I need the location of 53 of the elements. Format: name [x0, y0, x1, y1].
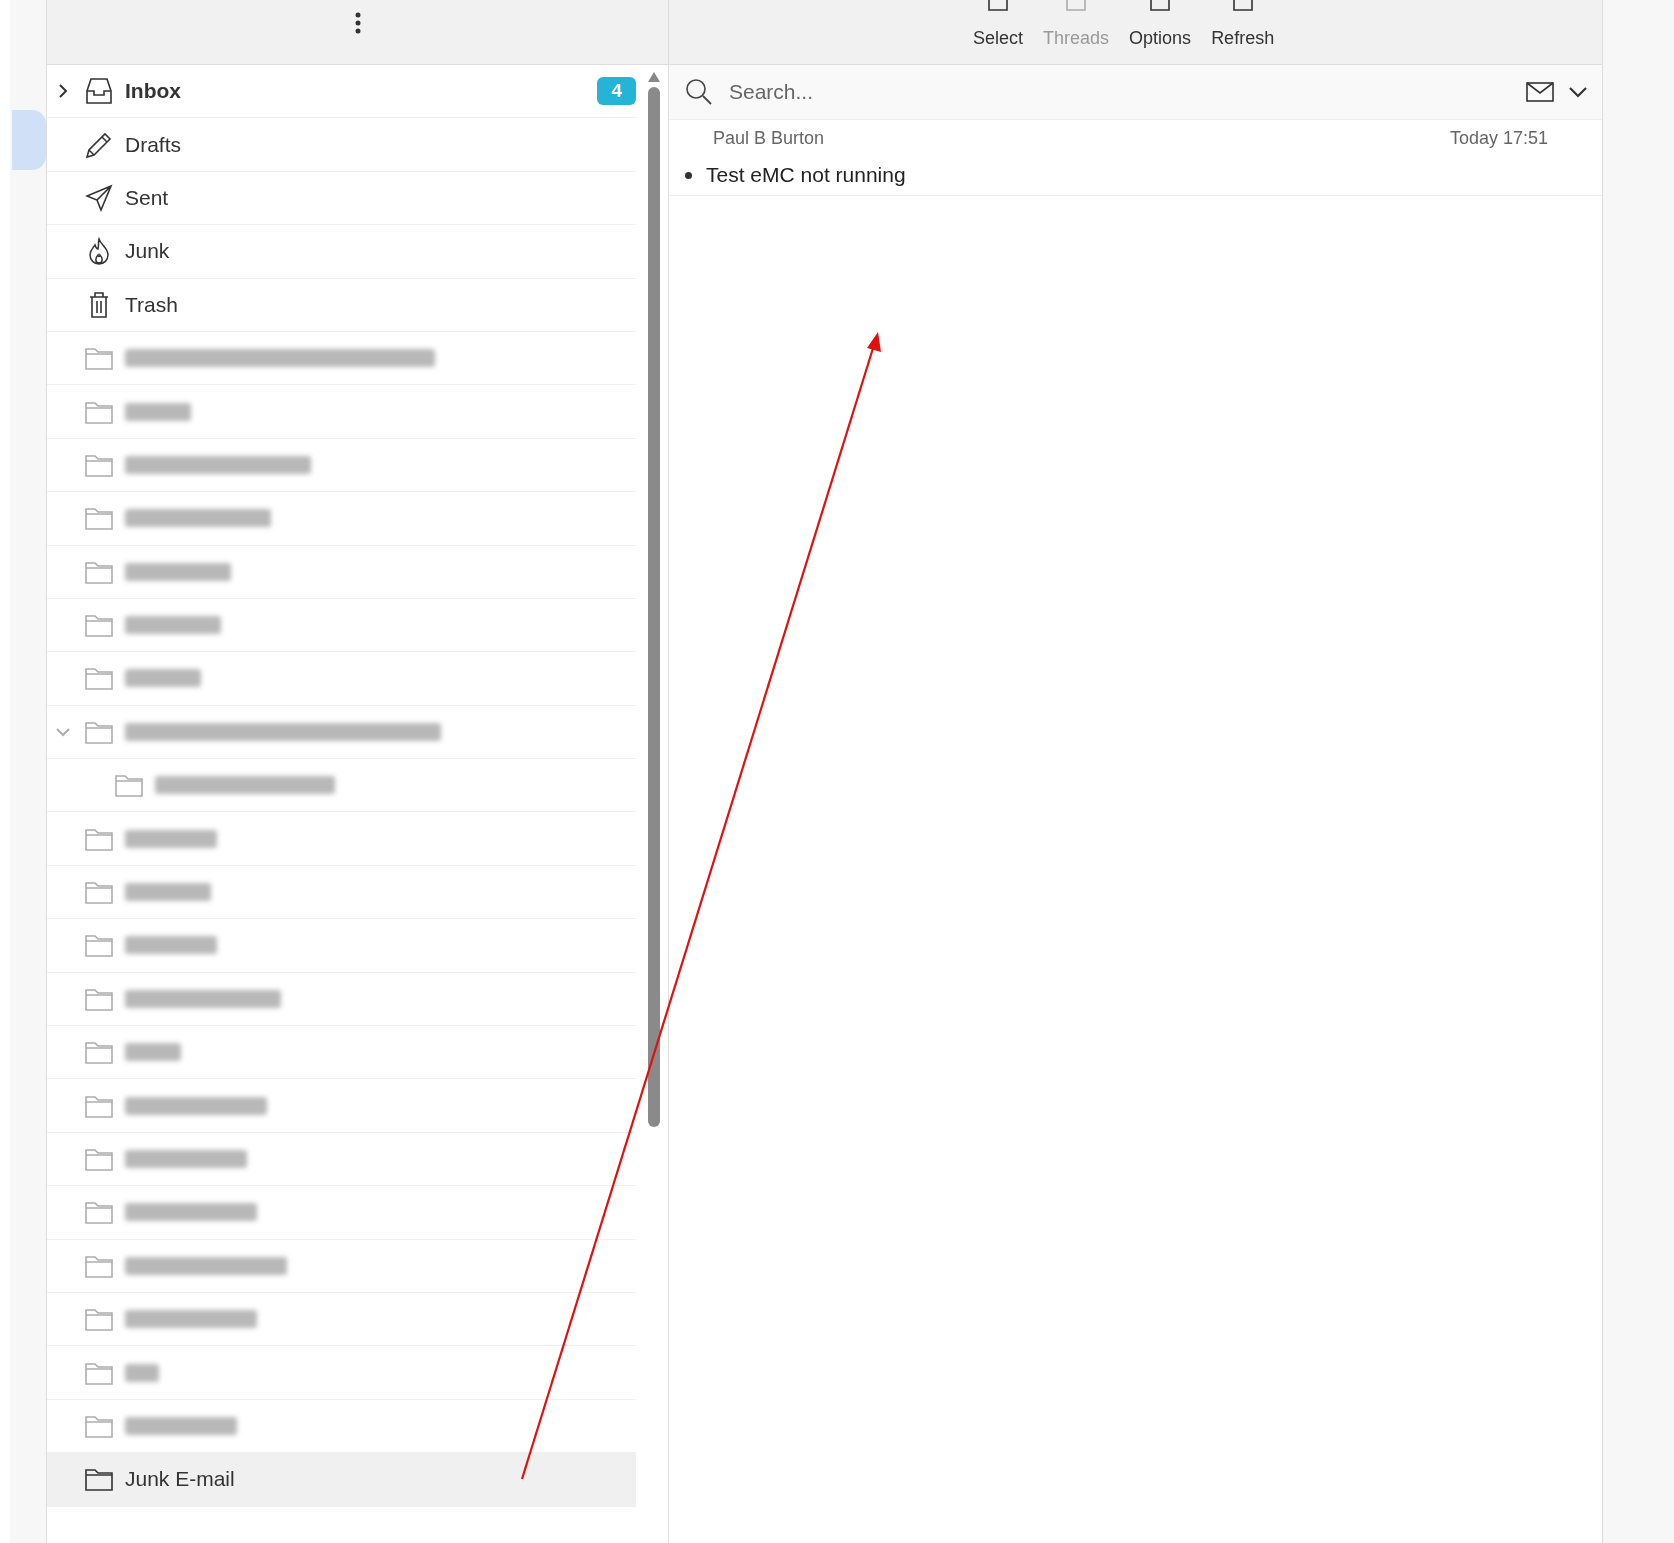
folder-icon — [85, 1307, 113, 1332]
folder-icon — [85, 1040, 113, 1065]
message-time: Today 17:51 — [1449, 128, 1548, 149]
scrollbar-thumb[interactable] — [648, 87, 660, 1127]
folder-icon — [85, 452, 113, 477]
message-sender: Paul B Burton — [713, 128, 825, 149]
folder-icon — [85, 933, 113, 958]
folder-icon — [85, 346, 113, 371]
folder-item[interactable]: Sent — [47, 171, 636, 226]
folder-icon — [85, 1467, 113, 1492]
more-icon[interactable] — [354, 12, 361, 34]
blurred-label — [125, 402, 191, 421]
inbox-icon — [85, 77, 113, 106]
folder-item[interactable]: Junk E-mail — [47, 1453, 636, 1507]
folder-icon — [85, 506, 113, 531]
folder-icon — [85, 826, 113, 851]
folder-icon — [85, 1093, 113, 1118]
blurred-label — [125, 1043, 181, 1062]
toolbar-button[interactable]: Select — [969, 0, 1028, 58]
folder-icon — [85, 666, 113, 691]
message-subject: Test eMC not running — [706, 163, 906, 187]
tray-icon — [985, 0, 1011, 12]
side-tab[interactable] — [12, 110, 46, 170]
toolbar-button[interactable]: Refresh — [1207, 0, 1279, 58]
pencil-icon — [85, 130, 113, 159]
folder-icon — [85, 399, 113, 424]
chevron-icon[interactable] — [57, 84, 69, 99]
message-item[interactable]: Paul B Burton Today 17:51 Test eMC not running — [669, 120, 1602, 196]
folder-icon — [85, 613, 113, 638]
folder-item[interactable]: Drafts — [47, 118, 636, 172]
search-field[interactable]: Search... — [727, 79, 1512, 105]
folder-icon — [85, 1253, 113, 1278]
search-icon — [685, 78, 713, 106]
folder-icon — [85, 880, 113, 905]
folder-icon — [85, 1360, 113, 1385]
dropdown-icon[interactable] — [1568, 86, 1588, 98]
paper-plane-icon — [85, 183, 113, 212]
folder-icon — [85, 1413, 113, 1438]
folder-item[interactable]: Junk — [47, 225, 636, 279]
folder-icon — [85, 719, 113, 744]
scroll-up-icon[interactable] — [647, 71, 661, 83]
folder-icon — [85, 559, 113, 584]
mail-icon[interactable] — [1526, 82, 1554, 102]
unread-count: 4 — [597, 77, 636, 106]
toolbar-button[interactable]: Options — [1125, 0, 1196, 58]
blurred-label — [125, 1363, 159, 1382]
folder-icon — [85, 1147, 113, 1171]
folder-item[interactable]: Trash — [47, 278, 636, 332]
folder-item[interactable]: Inbox 4 — [47, 65, 636, 119]
folder-icon — [85, 1200, 113, 1225]
folder-icon — [85, 986, 113, 1011]
search-bar[interactable]: Search... — [669, 65, 1602, 120]
folder-icon — [115, 773, 143, 798]
